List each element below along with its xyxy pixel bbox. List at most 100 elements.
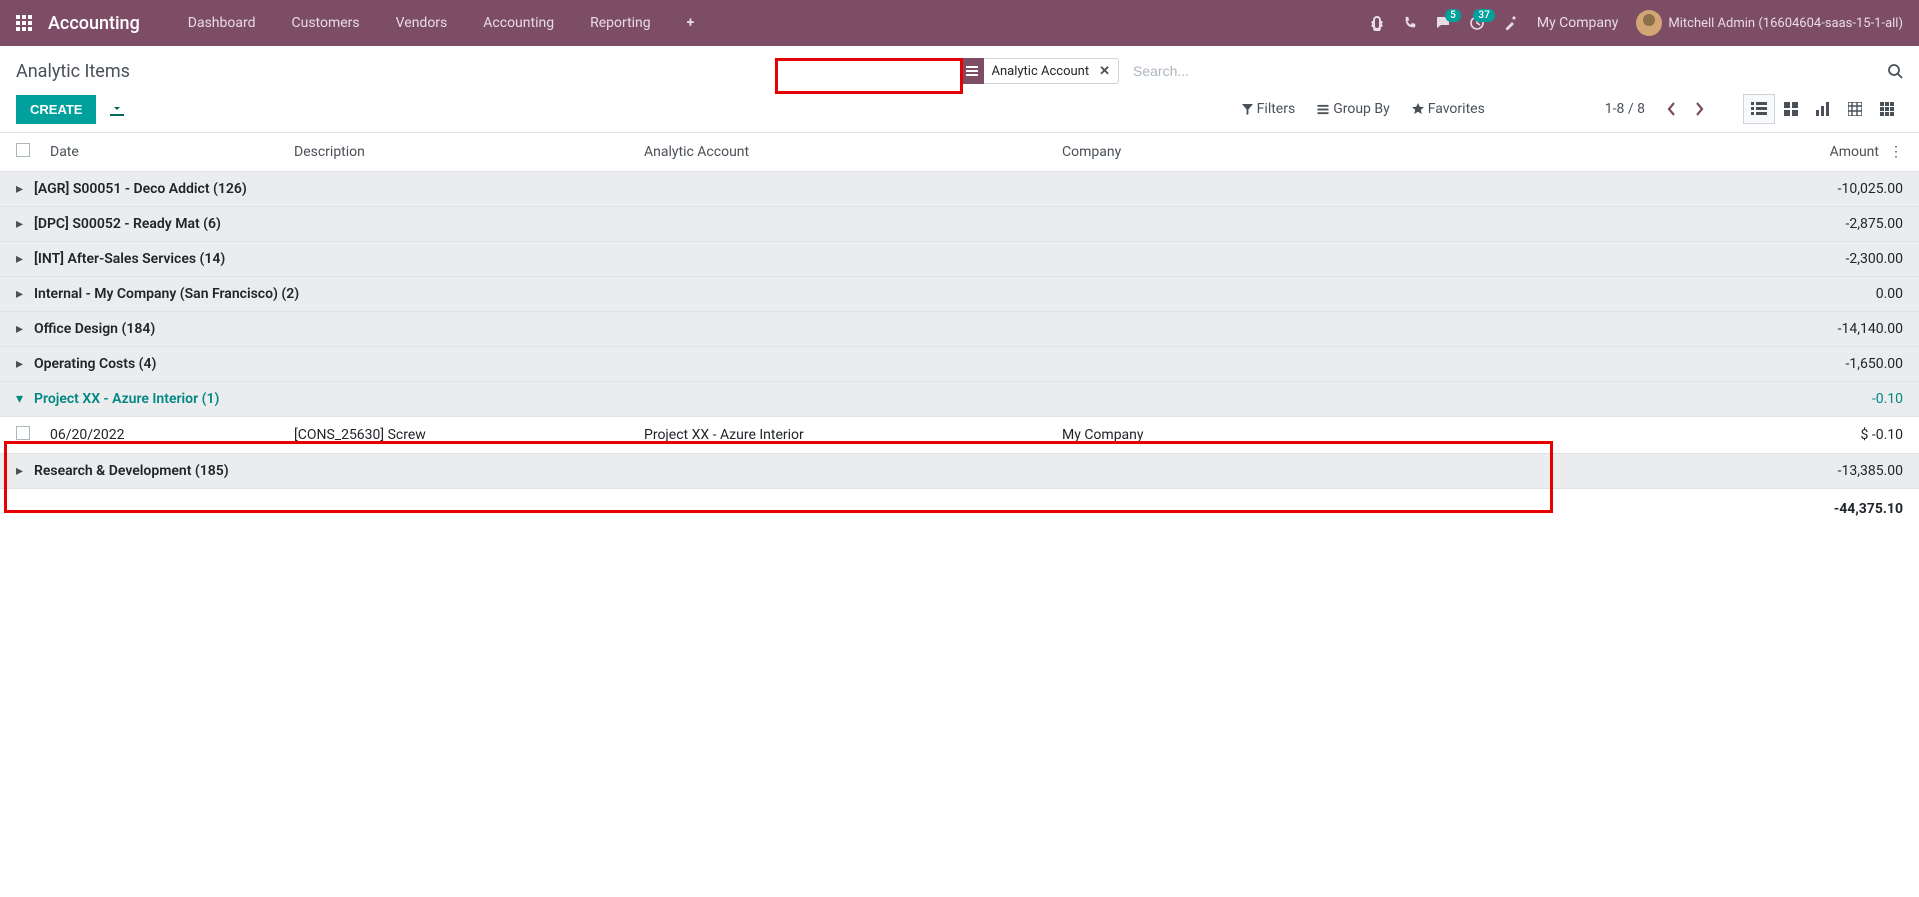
group-label: Office Design (184) (34, 321, 155, 337)
group-amount: -2,300.00 (1763, 251, 1903, 267)
filters-menu[interactable]: Filters (1242, 101, 1296, 117)
group-amount: -10,025.00 (1763, 181, 1903, 197)
app-brand[interactable]: Accounting (48, 13, 140, 34)
group-label: [DPC] S00052 - Ready Mat (6) (34, 216, 221, 232)
table-footer: -44,375.10 (0, 489, 1919, 529)
search-facet-groupby[interactable]: Analytic Account ✕ (960, 58, 1120, 84)
group-label: Operating Costs (4) (34, 356, 156, 372)
footer-total: -44,375.10 (1763, 501, 1903, 517)
favorites-menu[interactable]: Favorites (1412, 101, 1485, 117)
import-icon[interactable] (110, 102, 124, 116)
main-navbar: Accounting Dashboard Customers Vendors A… (0, 0, 1919, 46)
nav-link-accounting[interactable]: Accounting (465, 0, 572, 46)
col-date[interactable]: Date (50, 144, 294, 160)
create-button[interactable]: CREATE (16, 95, 96, 124)
group-amount: -0.10 (1763, 391, 1903, 407)
group-label: Research & Development (185) (34, 463, 229, 479)
view-kanban[interactable] (1775, 94, 1807, 124)
group-row[interactable]: ▸ Operating Costs (4) -1,650.00 (0, 347, 1919, 382)
col-company[interactable]: Company (1062, 144, 1759, 160)
row-checkbox[interactable] (16, 426, 30, 440)
group-amount: -2,875.00 (1763, 216, 1903, 232)
group-row-expanded[interactable]: ▾ Project XX - Azure Interior (1) -0.10 (0, 382, 1919, 417)
group-row[interactable]: ▸ Office Design (184) -14,140.00 (0, 312, 1919, 347)
group-row[interactable]: ▸ [AGR] S00051 - Deco Addict (126) -10,0… (0, 172, 1919, 207)
group-label: Project XX - Azure Interior (1) (34, 391, 219, 407)
caret-right-icon: ▸ (16, 251, 30, 267)
group-row[interactable]: ▸ [INT] After-Sales Services (14) -2,300… (0, 242, 1919, 277)
col-description[interactable]: Description (294, 144, 644, 160)
group-amount: -13,385.00 (1763, 463, 1903, 479)
caret-down-icon: ▾ (16, 391, 30, 407)
cell-company: My Company (1062, 427, 1763, 443)
messages-icon[interactable]: 5 (1435, 15, 1451, 31)
optional-columns[interactable]: ⋮ (1879, 144, 1903, 160)
group-amount: -1,650.00 (1763, 356, 1903, 372)
nav-link-reporting[interactable]: Reporting (572, 0, 669, 46)
caret-right-icon: ▸ (16, 286, 30, 302)
facet-remove[interactable]: ✕ (1095, 64, 1114, 79)
table-header: Date Description Analytic Account Compan… (0, 133, 1919, 172)
view-graph[interactable] (1807, 94, 1839, 124)
facet-text: Analytic Account (992, 64, 1090, 79)
nav-right: 5 37 My Company Mitchell Admin (16604604… (1369, 10, 1903, 36)
activities-icon[interactable]: 37 (1469, 15, 1485, 31)
select-all-checkbox[interactable] (16, 143, 30, 157)
company-label: My Company (1537, 15, 1619, 31)
view-pivot[interactable] (1839, 94, 1871, 124)
user-label: Mitchell Admin (16604604-saas-15-1-all) (1668, 16, 1903, 31)
caret-right-icon: ▸ (16, 463, 30, 479)
groupby-label: Group By (1333, 101, 1390, 117)
col-analytic-account[interactable]: Analytic Account (644, 144, 1062, 160)
caret-right-icon: ▸ (16, 356, 30, 372)
cell-amount: $ -0.10 (1763, 427, 1903, 443)
table-row[interactable]: 06/20/2022 [CONS_25630] Screw Project XX… (0, 417, 1919, 454)
user-menu[interactable]: Mitchell Admin (16604604-saas-15-1-all) (1636, 10, 1903, 36)
group-label: [AGR] S00051 - Deco Addict (126) (34, 181, 247, 197)
groupby-menu[interactable]: Group By (1317, 101, 1390, 117)
apps-icon[interactable] (16, 15, 32, 31)
group-row[interactable]: ▸ [DPC] S00052 - Ready Mat (6) -2,875.00 (0, 207, 1919, 242)
nav-link-customers[interactable]: Customers (274, 0, 378, 46)
page-title: Analytic Items (16, 61, 130, 82)
search-options: Filters Group By Favorites (1242, 101, 1485, 117)
tools-icon[interactable] (1503, 15, 1519, 31)
messages-badge: 5 (1445, 9, 1461, 22)
pager-prev[interactable] (1657, 95, 1685, 123)
view-list[interactable] (1743, 94, 1775, 124)
pager-next[interactable] (1685, 95, 1713, 123)
nav-link-more[interactable]: + (669, 0, 713, 46)
caret-right-icon: ▸ (16, 321, 30, 337)
group-row[interactable]: ▸ Research & Development (185) -13,385.0… (0, 454, 1919, 489)
nav-link-dashboard[interactable]: Dashboard (170, 0, 274, 46)
caret-right-icon: ▸ (16, 216, 30, 232)
group-label: [INT] After-Sales Services (14) (34, 251, 225, 267)
pager-text[interactable]: 1-8 / 8 (1605, 101, 1645, 117)
group-amount: -14,140.00 (1763, 321, 1903, 337)
caret-right-icon: ▸ (16, 181, 30, 197)
activities-badge: 37 (1473, 9, 1494, 22)
search-input[interactable] (1125, 59, 1887, 83)
search-bar[interactable]: Analytic Account ✕ (960, 58, 1904, 84)
nav-menu: Dashboard Customers Vendors Accounting R… (170, 0, 713, 46)
group-row[interactable]: ▸ Internal - My Company (San Francisco) … (0, 277, 1919, 312)
list-view: Date Description Analytic Account Compan… (0, 133, 1919, 529)
avatar (1636, 10, 1662, 36)
phone-icon[interactable] (1403, 16, 1417, 30)
col-amount[interactable]: Amount (1759, 144, 1879, 160)
cell-analytic-account: Project XX - Azure Interior (644, 427, 1062, 443)
cell-description: [CONS_25630] Screw (294, 427, 644, 443)
company-switcher[interactable]: My Company (1537, 15, 1619, 31)
favorites-label: Favorites (1428, 101, 1485, 117)
debug-icon[interactable] (1369, 15, 1385, 31)
control-panel: Analytic Items Analytic Account ✕ CRE (0, 46, 1919, 133)
pager: 1-8 / 8 (1605, 95, 1713, 123)
view-switcher (1743, 94, 1903, 124)
view-activity[interactable] (1871, 94, 1903, 124)
group-label: Internal - My Company (San Francisco) (2… (34, 286, 299, 302)
search-icon[interactable] (1887, 63, 1903, 79)
cell-date: 06/20/2022 (50, 427, 294, 443)
group-amount: 0.00 (1763, 286, 1903, 302)
filters-label: Filters (1257, 101, 1296, 117)
nav-link-vendors[interactable]: Vendors (378, 0, 466, 46)
